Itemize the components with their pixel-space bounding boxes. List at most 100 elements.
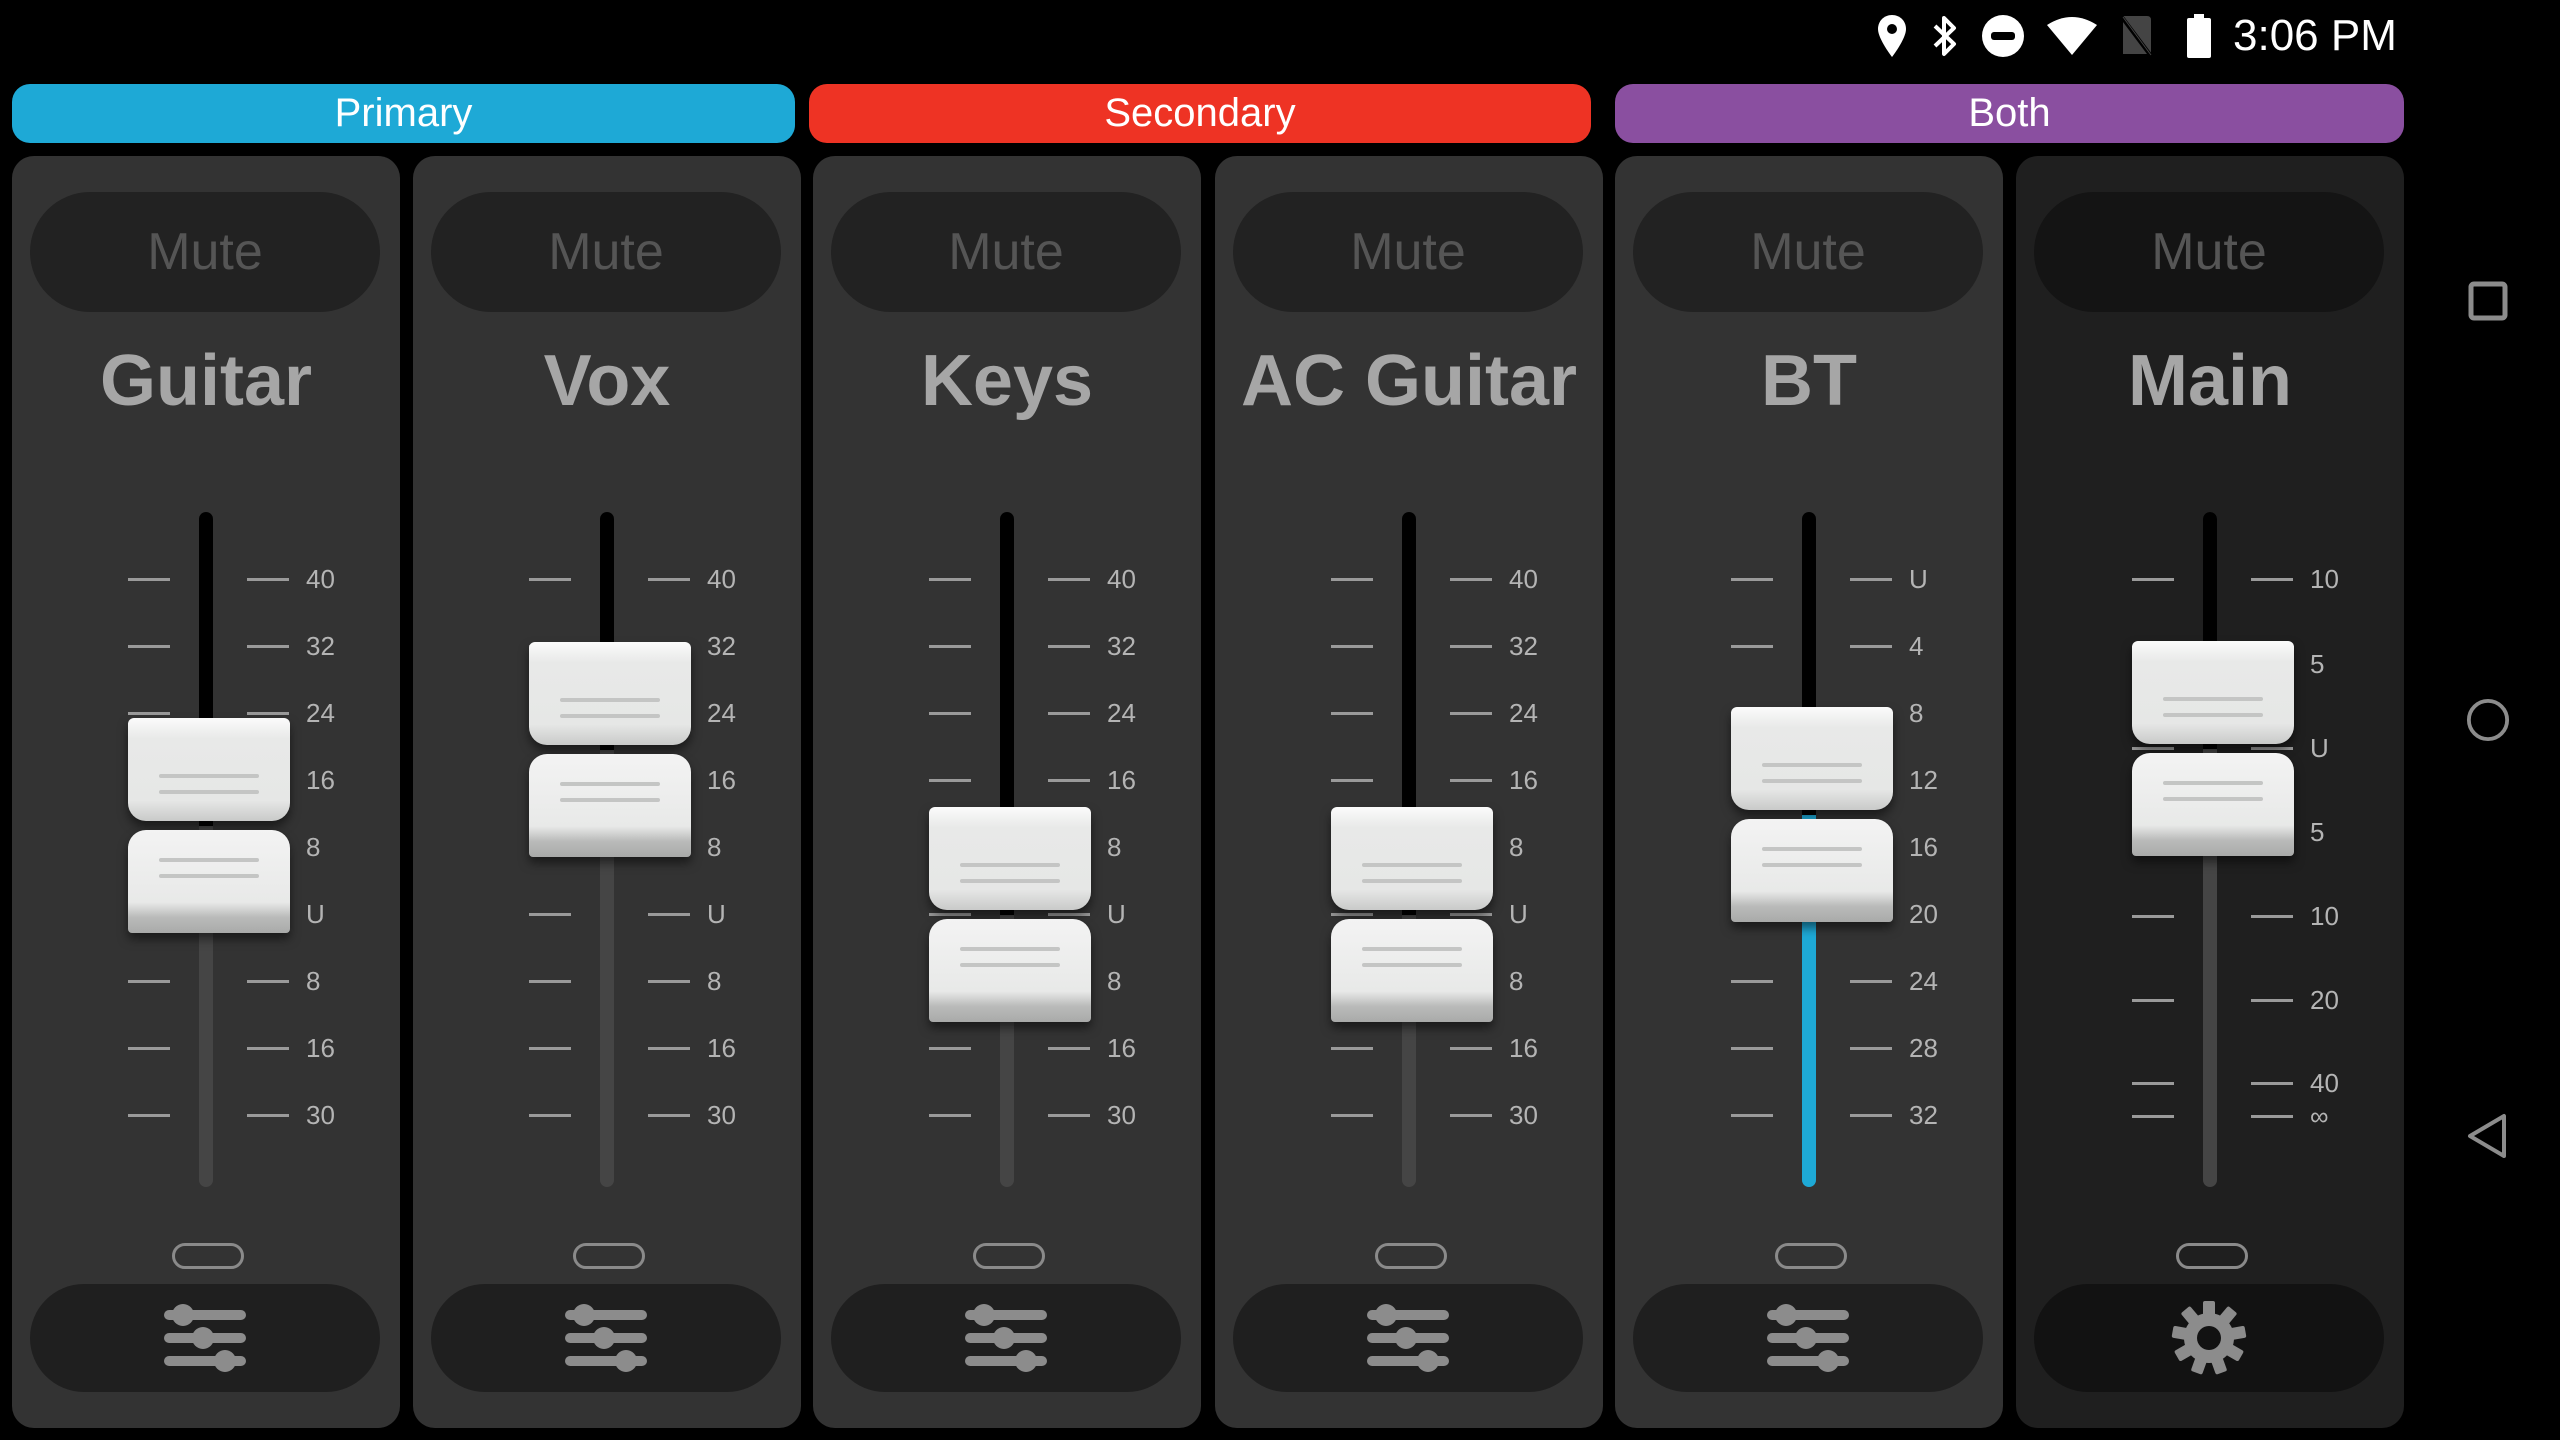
status-bar: 3:06 PM xyxy=(0,0,2560,72)
fader-knob[interactable] xyxy=(929,807,1091,1022)
scale-tick xyxy=(1331,712,1373,715)
group-bar-both[interactable]: Both xyxy=(1615,84,2404,143)
scale-tick xyxy=(128,980,170,983)
scale-tick xyxy=(128,1047,170,1050)
fader-knob[interactable] xyxy=(529,642,691,857)
channel-settings-button[interactable] xyxy=(831,1284,1181,1392)
fader-knob[interactable] xyxy=(1331,807,1493,1022)
mute-button[interactable]: Mute xyxy=(1233,192,1583,312)
scale-tick xyxy=(1331,1047,1373,1050)
scale-tick xyxy=(648,578,690,581)
scale-tick xyxy=(2251,1082,2293,1085)
fader-knob[interactable] xyxy=(1731,707,1893,922)
group-label: Primary xyxy=(334,91,473,135)
no-sim-icon xyxy=(2118,14,2154,58)
scale-label: 8 xyxy=(707,832,722,862)
scale-tick xyxy=(2132,999,2174,1002)
scale-tick xyxy=(929,645,971,648)
channel-name: BT xyxy=(1761,341,1857,421)
fader-knob-bottom xyxy=(1731,819,1893,922)
group-label: Secondary xyxy=(1104,91,1296,135)
channel-name: Vox xyxy=(543,341,671,421)
gear-icon xyxy=(2171,1300,2247,1376)
scale-tick xyxy=(2132,915,2174,918)
fader-knob-top xyxy=(929,807,1091,910)
scale-label: 16 xyxy=(1909,832,1938,862)
scale-label: 30 xyxy=(306,1100,335,1130)
mute-button[interactable]: Mute xyxy=(1633,192,1983,312)
scale-tick xyxy=(1850,1047,1892,1050)
scale-label: 10 xyxy=(2310,564,2339,594)
scale-label: 30 xyxy=(1509,1100,1538,1130)
home-icon[interactable] xyxy=(2466,698,2510,742)
channel-settings-button[interactable] xyxy=(1633,1284,1983,1392)
fader-knob-top xyxy=(529,642,691,745)
scale-tick xyxy=(529,1114,571,1117)
scale-label: 8 xyxy=(1107,832,1122,862)
channel-strip-bt: Mute BT U 4 8 12 16 20 24 28 32 xyxy=(1615,156,2003,1428)
scale-tick xyxy=(2251,915,2293,918)
back-icon[interactable] xyxy=(2466,1114,2510,1158)
channel-settings-button[interactable] xyxy=(431,1284,781,1392)
scale-tick xyxy=(1331,1114,1373,1117)
mute-button[interactable]: Mute xyxy=(2034,192,2384,312)
recents-icon[interactable] xyxy=(2466,279,2510,323)
scale-label: 28 xyxy=(1909,1033,1938,1063)
battery-icon xyxy=(2186,14,2212,58)
fader-knob-bottom xyxy=(2132,753,2294,856)
fader-knob[interactable] xyxy=(2132,641,2294,856)
scale-label: 8 xyxy=(1107,966,1122,996)
settings-button[interactable] xyxy=(2034,1284,2384,1392)
scale-tick xyxy=(1048,1047,1090,1050)
fader-knob-bottom xyxy=(1331,919,1493,1022)
scale-tick xyxy=(1331,578,1373,581)
scale-label: 24 xyxy=(1107,698,1136,728)
fader-knob-bottom xyxy=(929,919,1091,1022)
channel-name: Keys xyxy=(920,341,1094,421)
channel-settings-button[interactable] xyxy=(1233,1284,1583,1392)
scale-tick xyxy=(1850,1114,1892,1117)
scale-label: 5 xyxy=(2310,649,2325,679)
scale-label: ∞ xyxy=(2310,1101,2329,1131)
scale-label: 5 xyxy=(2310,817,2325,847)
mute-button[interactable]: Mute xyxy=(831,192,1181,312)
scale-tick xyxy=(648,913,690,916)
scale-tick xyxy=(1850,578,1892,581)
selection-indicator xyxy=(2176,1243,2248,1269)
scale-label: 30 xyxy=(707,1100,736,1130)
scale-label: 8 xyxy=(1509,966,1524,996)
scale-tick xyxy=(648,1047,690,1050)
scale-tick xyxy=(1450,645,1492,648)
scale-label: 20 xyxy=(2310,985,2339,1015)
scale-label: 4 xyxy=(1909,631,1924,661)
scale-label: 32 xyxy=(306,631,335,661)
scale-tick xyxy=(1048,779,1090,782)
fader-knob-top xyxy=(1731,707,1893,810)
group-label: Both xyxy=(1968,91,2051,135)
scale-tick xyxy=(2132,578,2174,581)
fader-knob-top xyxy=(2132,641,2294,744)
fader-knob-top xyxy=(128,718,290,821)
clock: 3:06 PM xyxy=(2233,11,2397,60)
group-bar-primary[interactable]: Primary xyxy=(12,84,795,143)
scale-tick xyxy=(1450,712,1492,715)
scale-label: 24 xyxy=(1909,966,1938,996)
scale-tick xyxy=(2251,999,2293,1002)
scale-tick xyxy=(929,712,971,715)
scale-tick xyxy=(247,980,289,983)
scale-tick xyxy=(1850,645,1892,648)
channel-name: Main xyxy=(2127,341,2292,421)
mute-button[interactable]: Mute xyxy=(431,192,781,312)
scale-label: 40 xyxy=(1107,564,1136,594)
scale-tick xyxy=(529,1047,571,1050)
fader-knob[interactable] xyxy=(128,718,290,933)
scale-label: 16 xyxy=(1509,765,1538,795)
selection-indicator xyxy=(1775,1243,1847,1269)
group-bar-secondary[interactable]: Secondary xyxy=(809,84,1591,143)
scale-tick xyxy=(929,578,971,581)
scale-tick xyxy=(929,779,971,782)
mute-button[interactable]: Mute xyxy=(30,192,380,312)
channel-name: Guitar xyxy=(99,341,313,421)
selection-indicator xyxy=(573,1243,645,1269)
channel-settings-button[interactable] xyxy=(30,1284,380,1392)
